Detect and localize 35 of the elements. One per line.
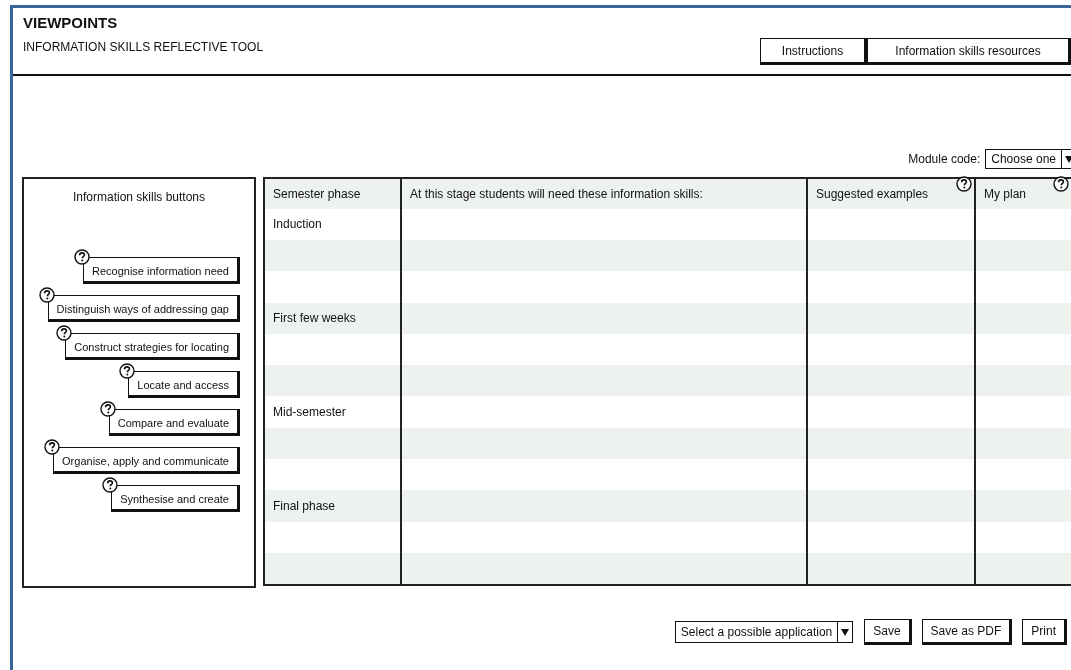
help-icon[interactable] [119, 363, 136, 379]
footer-button[interactable]: Print [1022, 619, 1067, 645]
table-cell: Final phase [265, 490, 400, 522]
column-header: My plan [984, 186, 1027, 201]
app-title: VIEWPOINTS [23, 14, 119, 32]
header-button[interactable]: Information skills resources [867, 38, 1071, 65]
footer-button[interactable]: Save as PDF [921, 619, 1013, 645]
module-code-select[interactable]: Choose one [985, 149, 1071, 169]
skill-button[interactable]: Synthesise and create [111, 485, 240, 512]
help-icon[interactable] [1053, 176, 1069, 192]
application-select[interactable]: Select a possible application [674, 621, 854, 643]
help-icon[interactable] [956, 176, 972, 192]
skill-button[interactable]: Distinguish ways of addressing gap [47, 295, 240, 322]
skill-button[interactable]: Locate and access [128, 371, 240, 398]
skill-button[interactable]: Construct strategies for locating [65, 333, 240, 360]
header-button[interactable]: Instructions [760, 38, 867, 65]
column-header: Semester phase [273, 186, 361, 201]
footer-button[interactable]: Save [864, 619, 912, 645]
help-icon[interactable] [102, 477, 119, 493]
help-icon[interactable] [74, 249, 90, 265]
panel-title: Information skills buttons [71, 190, 207, 204]
skill-button[interactable]: Organise, apply and communicate [53, 447, 240, 474]
column-header: Suggested examples [816, 186, 929, 201]
module-code-label: Module code: [908, 152, 981, 166]
caret-icon [841, 628, 850, 636]
help-icon[interactable] [44, 439, 61, 455]
table-cell: First few weeks [265, 302, 400, 334]
skill-button[interactable]: Compare and evaluate [108, 409, 240, 436]
column-header: At this stage students will need these information skills: [410, 186, 703, 201]
skill-button[interactable]: Recognise information need [83, 257, 240, 284]
app-subtitle: INFORMATION SKILLS REFLECTIVE TOOL [23, 40, 264, 54]
help-icon[interactable] [56, 325, 73, 341]
help-icon[interactable] [99, 401, 116, 417]
caret-icon [1065, 155, 1071, 163]
help-icon[interactable] [38, 287, 55, 303]
